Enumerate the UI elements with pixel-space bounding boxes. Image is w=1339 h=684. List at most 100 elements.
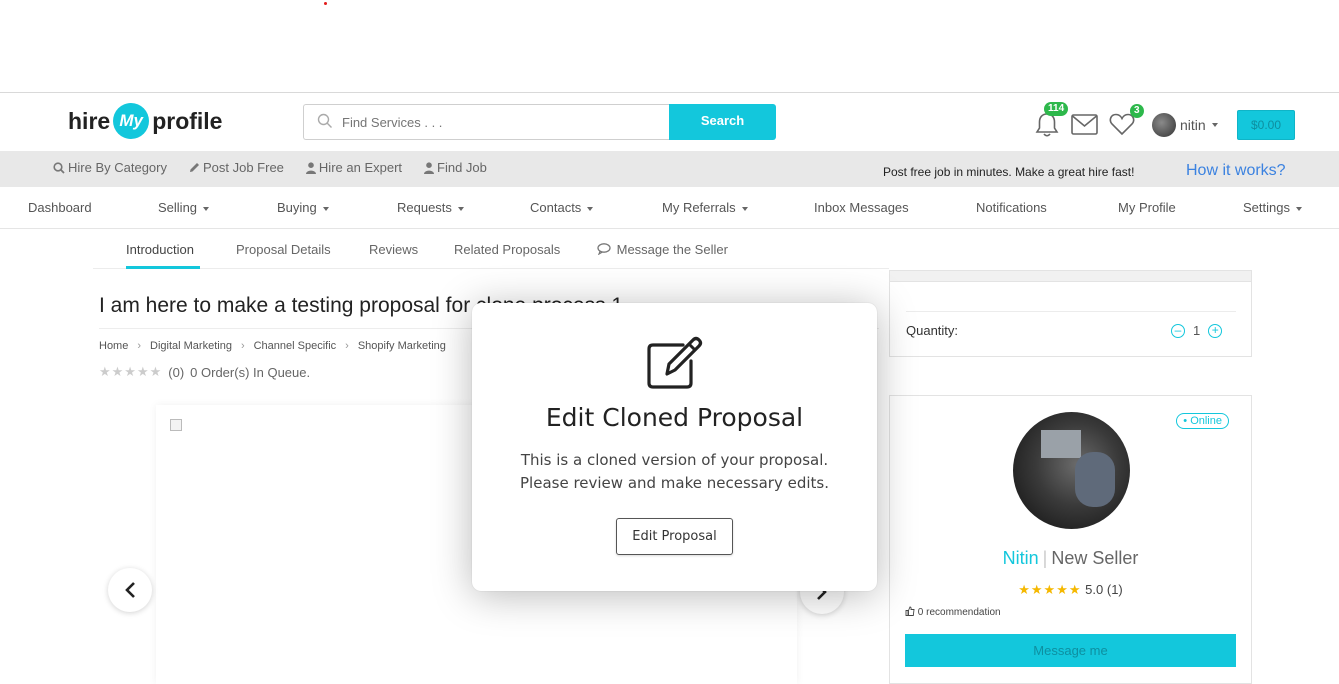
chevron-down-icon xyxy=(203,206,210,211)
search-icon xyxy=(53,161,65,174)
post-job-link[interactable]: Post Job Free xyxy=(189,160,284,175)
find-job-label: Find Job xyxy=(437,160,487,175)
quantity-stepper: – 1 + xyxy=(1171,323,1223,338)
minus-icon[interactable]: – xyxy=(1171,323,1185,338)
seller-rating-count: (1) xyxy=(1106,582,1123,597)
logo-text-profile: profile xyxy=(152,107,223,134)
tab-reviews[interactable]: Reviews xyxy=(369,242,418,257)
post-job-label: Post Job Free xyxy=(202,160,284,175)
nav-my-referrals[interactable]: My Referrals xyxy=(662,200,748,215)
nav-my-referrals-label: My Referrals xyxy=(662,200,736,215)
site-header: hire My profile Search 114 3 nitin xyxy=(0,92,1339,151)
nav-my-profile[interactable]: My Profile xyxy=(1118,200,1176,215)
avatar-photo-detail xyxy=(1075,452,1115,507)
separator: | xyxy=(1042,548,1048,568)
breadcrumb-home[interactable]: Home xyxy=(99,340,128,352)
breadcrumb: Home › Digital Marketing › Channel Speci… xyxy=(99,340,446,352)
favorites-badge: 3 xyxy=(1130,104,1144,118)
message-me-button[interactable]: Message me xyxy=(905,634,1236,667)
main-nav: Dashboard Selling Buying Requests Contac… xyxy=(0,187,1339,229)
modal-message-line: This is a cloned version of your proposa… xyxy=(520,451,829,469)
nav-notifications-label: Notifications xyxy=(976,200,1047,215)
tab-message-seller-label: Message the Seller xyxy=(616,242,728,257)
breadcrumb-digital-marketing[interactable]: Digital Marketing xyxy=(150,340,232,352)
search-bar: Search xyxy=(303,104,776,140)
how-it-works-link[interactable]: How it works? xyxy=(1186,162,1286,180)
logo-text-hire: hire xyxy=(68,107,111,134)
star-icons: ★★★★★ xyxy=(1018,582,1082,597)
secondary-links: Hire By Category Post Job Free Hire an E… xyxy=(53,160,487,175)
divider xyxy=(906,311,1236,312)
chevron-down-icon xyxy=(322,206,329,211)
seller-level: New Seller xyxy=(1051,548,1139,568)
nav-requests[interactable]: Requests xyxy=(397,200,464,215)
hire-by-category-label: Hire By Category xyxy=(68,160,167,175)
broken-image-icon xyxy=(170,419,182,431)
seller-avatar[interactable] xyxy=(1013,412,1130,529)
active-tab-indicator xyxy=(126,266,200,269)
tagline: Post free job in minutes. Make a great h… xyxy=(883,165,1135,179)
nav-selling-label: Selling xyxy=(158,200,198,215)
nav-contacts-label: Contacts xyxy=(530,200,582,215)
seller-card: • Online Nitin | New Seller ★★★★★ 5.0 (1) … xyxy=(889,395,1252,684)
find-job-link[interactable]: Find Job xyxy=(424,160,487,175)
hire-by-category-link[interactable]: Hire By Category xyxy=(53,160,167,175)
nav-selling[interactable]: Selling xyxy=(158,200,210,215)
nav-dashboard-label: Dashboard xyxy=(28,200,92,215)
nav-notifications[interactable]: Notifications xyxy=(976,200,1047,215)
secondary-bar: Hire By Category Post Job Free Hire an E… xyxy=(0,151,1339,187)
chevron-down-icon xyxy=(587,206,594,211)
nav-buying-label: Buying xyxy=(277,200,317,215)
edit-icon xyxy=(647,336,703,389)
logo-text-my: My xyxy=(113,103,150,139)
quantity-value: 1 xyxy=(1193,323,1201,338)
modal-title: Edit Cloned Proposal xyxy=(545,403,804,432)
breadcrumb-shopify-marketing[interactable]: Shopify Marketing xyxy=(358,340,446,352)
reviews-count: (0) xyxy=(168,364,185,380)
modal-message-line: Please review and make necessary edits. xyxy=(520,474,829,492)
nav-buying[interactable]: Buying xyxy=(277,200,329,215)
order-box: Quantity: – 1 + xyxy=(889,270,1252,357)
nav-contacts[interactable]: Contacts xyxy=(530,200,594,215)
user-icon xyxy=(305,161,316,174)
envelope-icon xyxy=(1071,114,1098,135)
search-button[interactable]: Search xyxy=(669,104,776,140)
cart-button[interactable]: $0.00 xyxy=(1237,110,1295,140)
tab-proposal-details[interactable]: Proposal Details xyxy=(236,242,331,257)
online-status-badge: • Online xyxy=(1176,413,1229,429)
seller-rating-value: 5.0 xyxy=(1085,582,1104,597)
site-logo[interactable]: hire My profile xyxy=(68,101,222,141)
nav-inbox-messages-label: Inbox Messages xyxy=(814,200,909,215)
hire-expert-label: Hire an Expert xyxy=(318,160,403,175)
messages-button[interactable] xyxy=(1071,114,1098,140)
plus-icon[interactable]: + xyxy=(1208,323,1223,338)
star-icons: ★★★★★ xyxy=(99,364,163,379)
edit-proposal-button[interactable]: Edit Proposal xyxy=(616,518,733,555)
tab-introduction[interactable]: Introduction xyxy=(126,242,194,257)
user-menu[interactable]: nitin xyxy=(1152,113,1218,137)
nav-dashboard[interactable]: Dashboard xyxy=(28,200,92,215)
thumbs-up-icon xyxy=(905,606,915,616)
nav-settings[interactable]: Settings xyxy=(1243,200,1302,215)
nav-requests-label: Requests xyxy=(397,200,452,215)
search-input[interactable] xyxy=(303,104,669,140)
gallery-prev-button[interactable] xyxy=(108,568,152,612)
notifications-button[interactable]: 114 xyxy=(1034,102,1069,144)
chevron-right-icon: › xyxy=(240,340,245,352)
tab-related-proposals[interactable]: Related Proposals xyxy=(454,242,560,257)
nav-inbox-messages[interactable]: Inbox Messages xyxy=(814,200,909,215)
search-icon xyxy=(317,113,332,128)
favorites-button[interactable]: 3 xyxy=(1109,104,1144,141)
hire-expert-link[interactable]: Hire an Expert xyxy=(305,160,403,175)
queue-status: 0 Order(s) In Queue. xyxy=(190,364,311,380)
seller-name[interactable]: Nitin xyxy=(1003,548,1039,568)
tab-message-seller[interactable]: Message the Seller xyxy=(597,242,728,257)
heart-icon xyxy=(1109,113,1135,136)
breadcrumb-channel-specific[interactable]: Channel Specific xyxy=(254,340,337,352)
chevron-down-icon xyxy=(1295,206,1302,211)
seller-name-row: Nitin | New Seller xyxy=(890,548,1251,569)
chevron-right-icon: › xyxy=(345,340,349,352)
edit-cloned-proposal-modal: Edit Cloned Proposal This is a cloned ve… xyxy=(472,303,877,591)
quantity-label: Quantity: xyxy=(906,323,959,338)
chevron-right-icon: › xyxy=(137,340,142,352)
